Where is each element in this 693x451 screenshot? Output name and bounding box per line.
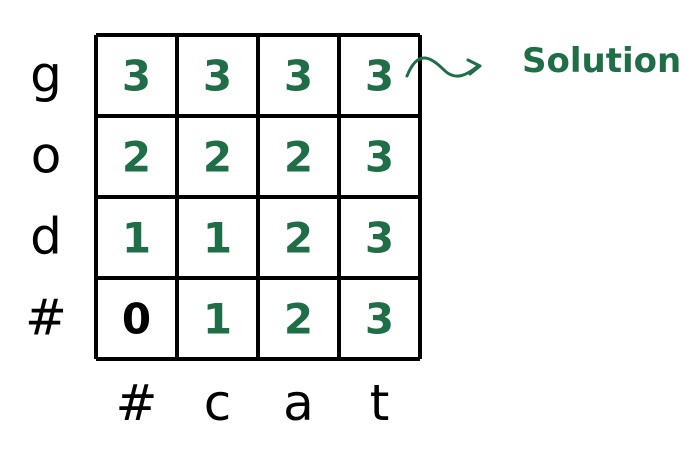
row-labels: god # [25,46,67,347]
cell-value: 2 [203,133,232,182]
cell-value: 2 [284,133,313,182]
solution-arrow [405,56,482,78]
cell-value: 3 [122,52,151,101]
cell-value: 3 [284,52,313,101]
cell-value: 3 [365,214,394,263]
col-label: a [283,374,314,432]
col-label: t [370,374,390,432]
col-label: # [116,374,158,432]
cell-value: 3 [365,52,394,101]
cell-value: 2 [122,133,151,182]
solution-annotation: Solution [405,41,681,81]
solution-label: Solution [522,41,681,81]
cell-value: 3 [203,52,232,101]
row-label: g [30,46,62,104]
cell-value: 0 [122,295,151,344]
cell-value: 1 [122,214,151,263]
cell-value: 1 [203,295,232,344]
cell-value: 2 [284,214,313,263]
row-label: o [31,127,62,185]
col-labels: # c a t [116,374,390,432]
cell-value: 3 [365,133,394,182]
cell-value: 3 [365,295,394,344]
cell-value: 2 [284,295,313,344]
cell-value: 1 [203,214,232,263]
col-label: c [204,374,232,432]
edit-distance-diagram: god # # c a t 3 3 3 3 2 2 2 3 1 1 2 3 0 1 2 3 Solution [25,33,681,432]
row-label: d [30,208,62,266]
row-label: # [25,289,67,347]
